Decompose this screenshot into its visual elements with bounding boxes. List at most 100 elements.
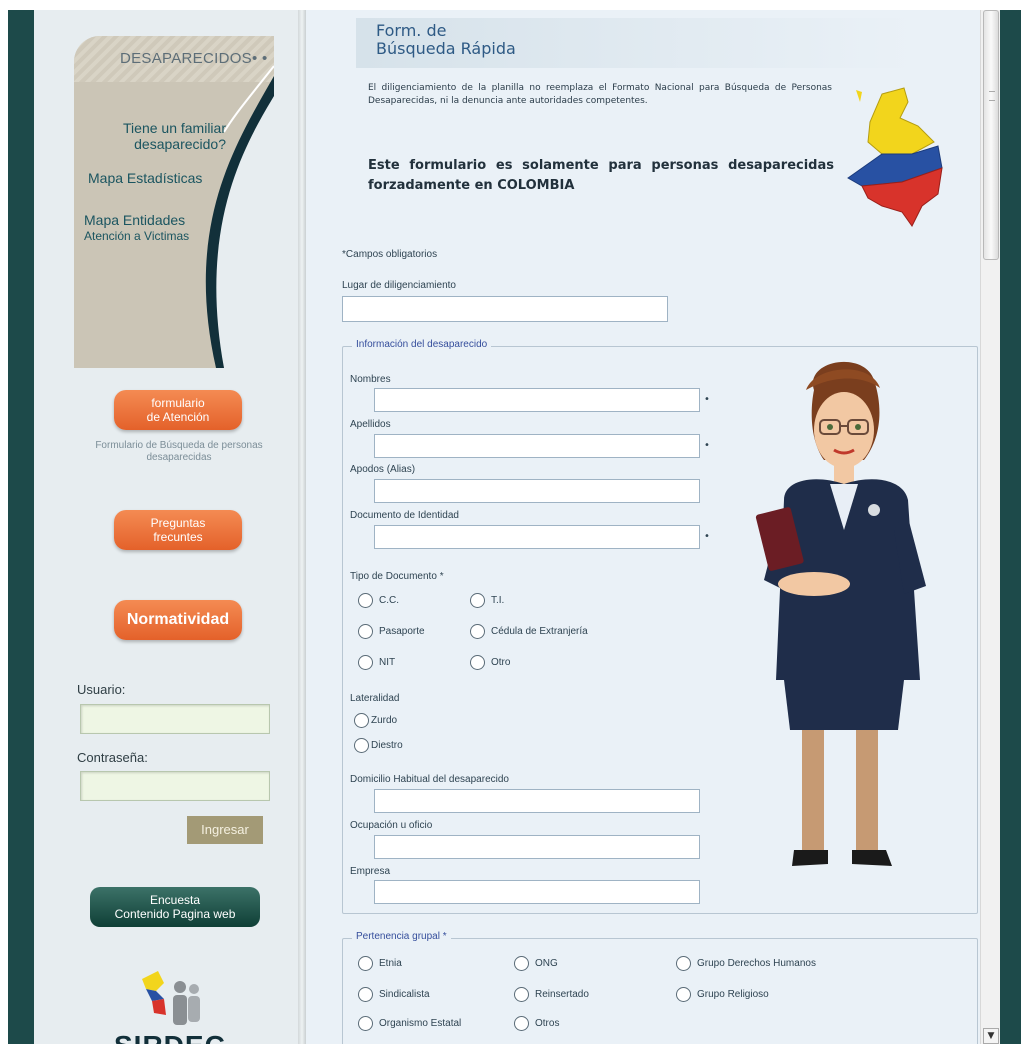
password-label: Contraseña:: [77, 750, 148, 765]
radio-sindicalista-circle[interactable]: [358, 987, 373, 1002]
radio-sindicalista-label: Sindicalista: [379, 989, 430, 1000]
radio-ong[interactable]: ONG: [514, 956, 558, 971]
sidebar-nav-panel: DESAPARECIDOS• • Tiene un familiar desap…: [74, 36, 274, 368]
radio-otros-circle[interactable]: [514, 1016, 529, 1031]
faq-button[interactable]: Preguntas frecuntes: [114, 510, 242, 550]
dots-icon: • •: [252, 50, 268, 67]
radio-estatal-circle[interactable]: [358, 1016, 373, 1031]
notice-text: Este formulario es solamente para person…: [368, 158, 834, 193]
radio-nit-label: NIT: [379, 657, 396, 668]
radio-otro-circle[interactable]: [470, 655, 485, 670]
scrollbar-thumb[interactable]: [983, 10, 999, 260]
apellidos-input[interactable]: [374, 434, 700, 458]
vertical-scrollbar[interactable]: ▼: [980, 10, 1000, 1044]
normatividad-button[interactable]: Normatividad: [114, 600, 242, 640]
radio-cc[interactable]: C.C.: [358, 593, 399, 608]
radio-reinsertado[interactable]: Reinsertado: [514, 987, 589, 1002]
page-title-line1: Form. de: [376, 21, 447, 40]
radio-derechos-humanos[interactable]: Grupo Derechos Humanos: [676, 956, 816, 971]
nav-item-familiar-line1: Tiene un familiar: [123, 120, 226, 136]
radio-sindicalista[interactable]: Sindicalista: [358, 987, 430, 1002]
nav-item-familiar-line2: desaparecido?: [134, 136, 226, 152]
radio-religioso-circle[interactable]: [676, 987, 691, 1002]
radio-diestro[interactable]: Diestro: [354, 738, 403, 753]
radio-cedula-extranjeria[interactable]: Cédula de Extranjería: [470, 624, 588, 639]
survey-line2: Contenido Pagina web: [114, 907, 236, 921]
radio-cedula-circle[interactable]: [470, 624, 485, 639]
domicilio-input[interactable]: [374, 789, 700, 813]
apodos-input[interactable]: [374, 479, 700, 503]
radio-nit[interactable]: NIT: [358, 655, 395, 670]
tipo-documento-text: Tipo de Documento: [350, 571, 437, 582]
password-input[interactable]: [80, 771, 270, 801]
radio-ti[interactable]: T.I.: [470, 593, 504, 608]
survey-button[interactable]: Encuesta Contenido Pagina web: [90, 887, 260, 927]
form-attention-button[interactable]: formulario de Atención: [114, 390, 242, 430]
place-label: Lugar de diligenciamiento: [342, 280, 456, 291]
user-label: Usuario:: [77, 682, 126, 697]
required-note: *Campos obligatorios: [342, 249, 437, 260]
nav-item-estadisticas-label: Mapa Estadísticas: [88, 170, 203, 186]
radio-pasaporte-circle[interactable]: [358, 624, 373, 639]
faq-line1: Preguntas: [150, 516, 206, 530]
user-input[interactable]: [80, 704, 270, 734]
nav-item-estadisticas[interactable]: Mapa Estadísticas: [88, 170, 202, 186]
radio-ong-circle[interactable]: [514, 956, 529, 971]
radio-reinsertado-circle[interactable]: [514, 987, 529, 1002]
radio-otro[interactable]: Otro: [470, 655, 510, 670]
place-input[interactable]: [342, 296, 668, 322]
radio-nit-circle[interactable]: [358, 655, 373, 670]
nav-heading: DESAPARECIDOS• •: [120, 50, 268, 67]
scroll-down-arrow-icon[interactable]: ▼: [983, 1028, 999, 1044]
domicilio-label: Domicilio Habitual del desaparecido: [350, 774, 509, 785]
group-legend: Pertenencia grupal *: [352, 931, 451, 942]
empresa-label: Empresa: [350, 866, 391, 877]
radio-pasaporte[interactable]: Pasaporte: [358, 624, 425, 639]
scroll-grip-icon: [989, 91, 995, 101]
nav-item-familiar[interactable]: Tiene un familiar desaparecido?: [108, 120, 226, 152]
missing-person-legend: Información del desaparecido: [352, 339, 492, 350]
radio-etnia-circle[interactable]: [358, 956, 373, 971]
nav-item-entidades-line1: Mapa Entidades: [84, 212, 186, 228]
form-panel: Form. de Búsqueda Rápida El diligenciami…: [306, 10, 980, 1044]
assistant-illustration: [755, 361, 926, 866]
radio-religioso[interactable]: Grupo Religioso: [676, 987, 769, 1002]
intro-text: El diligenciamiento de la planilla no re…: [368, 83, 832, 106]
radio-etnia[interactable]: Etnia: [358, 956, 402, 971]
radio-ti-circle[interactable]: [470, 593, 485, 608]
nav-item-entidades[interactable]: Mapa Entidades Atención a Victimas: [84, 212, 189, 244]
nombres-input[interactable]: [374, 388, 700, 412]
required-note-text: Campos obligatorios: [345, 249, 438, 260]
documento-input[interactable]: [374, 525, 700, 549]
empresa-input[interactable]: [374, 880, 700, 904]
radio-cedula-label: Cédula de Extranjería: [491, 626, 588, 637]
window-frame-right: [1000, 10, 1021, 1044]
form-attention-line2: de Atención: [146, 410, 210, 424]
sirdec-logo-icon: [142, 971, 200, 1025]
page-title: Form. de Búsqueda Rápida: [376, 22, 516, 58]
radio-zurdo-circle[interactable]: [354, 713, 369, 728]
tipo-documento-required-mark: *: [439, 571, 444, 582]
radio-otro-label: Otro: [491, 657, 511, 668]
radio-cc-circle[interactable]: [358, 593, 373, 608]
window-frame-left: [8, 10, 34, 1044]
nav-panel-swoosh: [205, 65, 274, 368]
nombres-required-mark: •: [704, 394, 710, 405]
nombres-label: Nombres: [350, 374, 391, 385]
page-title-line2: Búsqueda Rápida: [376, 39, 516, 58]
sidebar-separator: [298, 10, 306, 1044]
radio-diestro-circle[interactable]: [354, 738, 369, 753]
radio-reinsertado-label: Reinsertado: [535, 989, 589, 1000]
radio-ti-label: T.I.: [491, 595, 505, 606]
radio-etnia-label: Etnia: [379, 958, 402, 969]
radio-organismo-estatal[interactable]: Organismo Estatal: [358, 1016, 461, 1031]
login-button[interactable]: Ingresar: [187, 816, 263, 844]
nav-heading-text: DESAPARECIDOS: [120, 50, 252, 67]
radio-otros[interactable]: Otros: [514, 1016, 559, 1031]
apellidos-required-mark: •: [704, 440, 710, 451]
ocupacion-input[interactable]: [374, 835, 700, 859]
radio-ddhh-circle[interactable]: [676, 956, 691, 971]
radio-zurdo[interactable]: Zurdo: [354, 713, 397, 728]
radio-zurdo-label: Zurdo: [371, 715, 398, 726]
apellidos-label: Apellidos: [350, 419, 391, 430]
